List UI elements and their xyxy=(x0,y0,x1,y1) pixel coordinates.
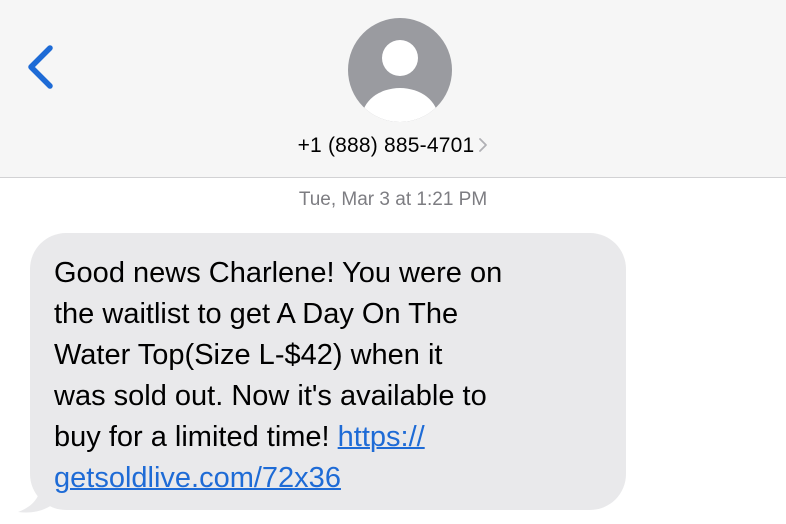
chevron-right-icon xyxy=(479,138,488,152)
message-body: Good news Charlene! You were on the wait… xyxy=(54,257,503,453)
message-link-part-1: https:// xyxy=(337,421,425,453)
timestamp-time: 1:21 PM xyxy=(416,189,488,210)
timestamp-at: at xyxy=(395,189,412,210)
timestamp-day: Tue, Mar 3 xyxy=(298,189,390,210)
avatar[interactable] xyxy=(348,18,452,122)
contact-title[interactable]: +1 (888) 885-4701 xyxy=(0,134,786,158)
message-timestamp: Tue, Mar 3 at 1:21 PM xyxy=(0,189,786,211)
conversation-header: +1 (888) 885-4701 xyxy=(0,0,786,178)
back-button[interactable] xyxy=(24,40,64,94)
person-silhouette-icon xyxy=(348,18,452,122)
message-text: Good news Charlene! You were on the wait… xyxy=(54,253,602,499)
chevron-left-icon xyxy=(28,45,53,89)
received-message-bubble[interactable]: Good news Charlene! You were on the wait… xyxy=(30,233,626,510)
message-link-part-2: getsoldlive.com/72x36 xyxy=(54,462,341,494)
contact-phone-number[interactable]: +1 (888) 885-4701 xyxy=(298,134,475,157)
